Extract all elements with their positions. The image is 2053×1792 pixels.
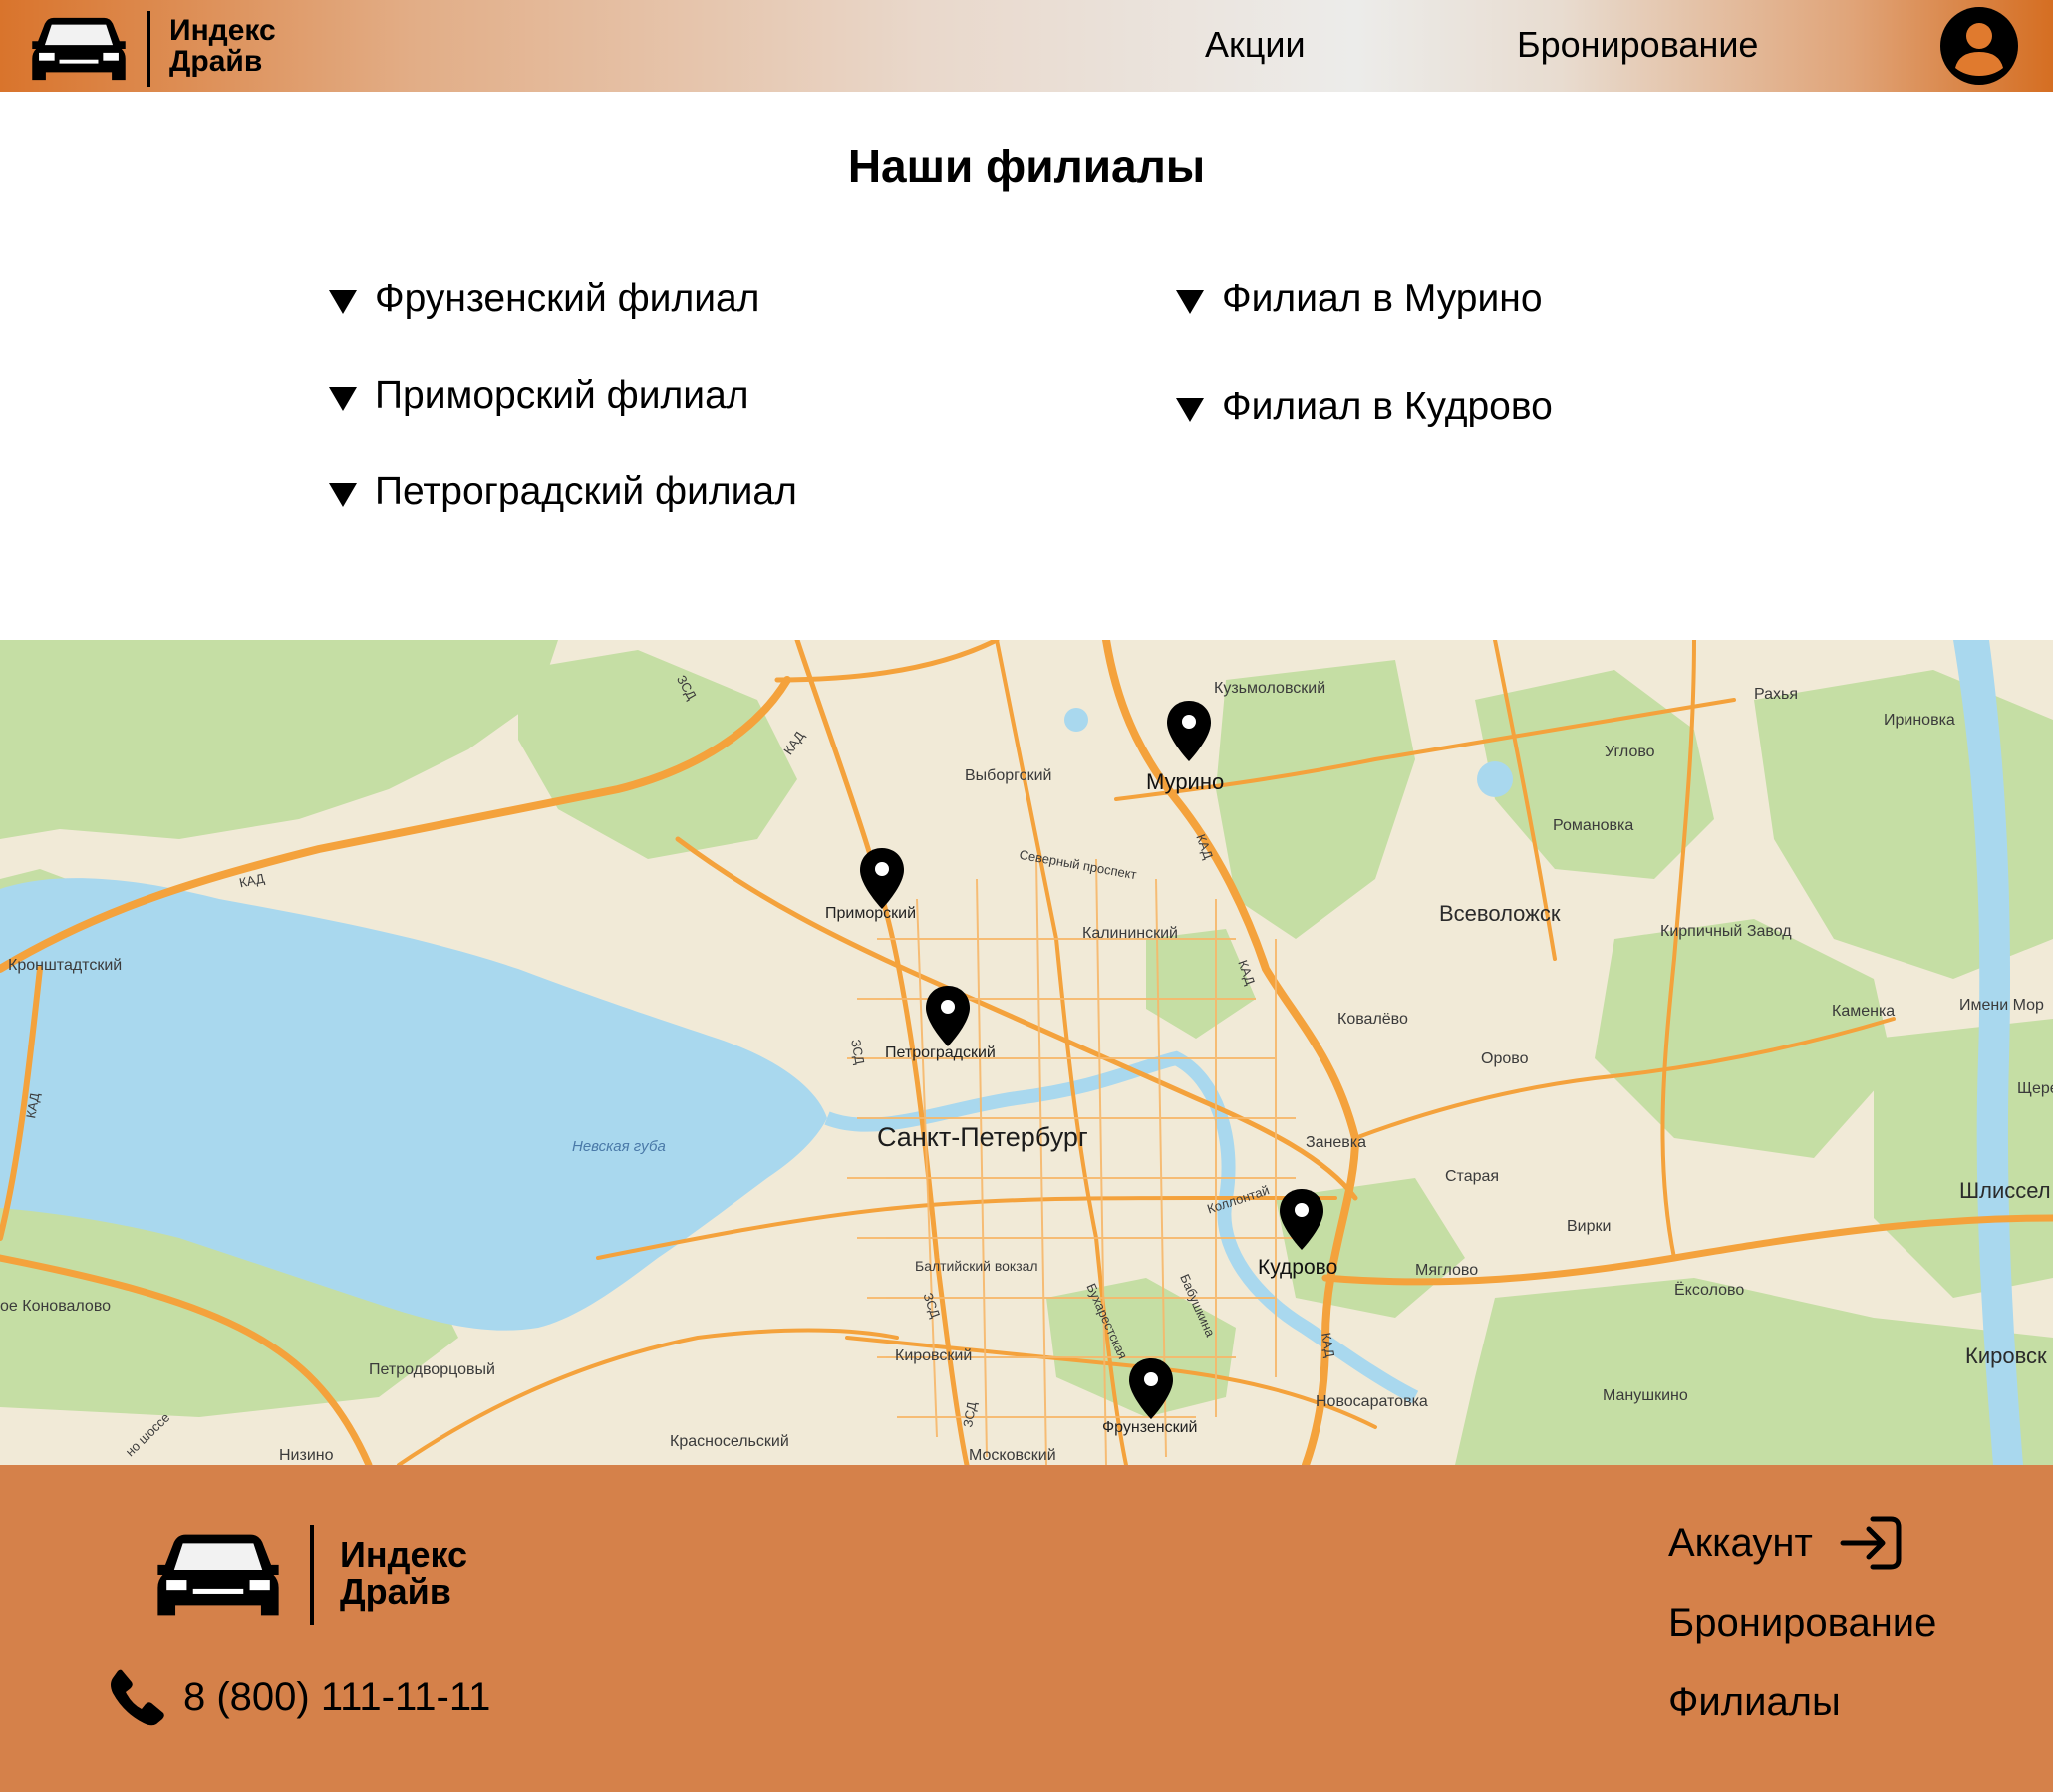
- map-label: Красносельский: [670, 1433, 789, 1450]
- map-label: Кирпичный Завод: [1660, 923, 1792, 940]
- branch-toggle-murino[interactable]: Филиал в Мурино: [1176, 277, 1543, 321]
- branch-toggle-frunzensky[interactable]: Фрунзенский филиал: [329, 277, 759, 321]
- map-pin-icon[interactable]: [924, 985, 972, 1048]
- footer-account-link[interactable]: Аккаунт: [1668, 1515, 1903, 1571]
- map-label: Ириновка: [1884, 712, 1955, 729]
- map-label: Романовка: [1553, 817, 1634, 834]
- map-label: Выборгский: [965, 767, 1052, 784]
- logo-divider: [310, 1525, 314, 1625]
- page-title: Наши филиалы: [847, 141, 1206, 192]
- footer-booking-link[interactable]: Бронирование: [1668, 1601, 1936, 1645]
- branch-toggle-primorsky[interactable]: Приморский филиал: [329, 374, 749, 418]
- map-label: Мяглово: [1415, 1262, 1479, 1279]
- map-label: Орово: [1481, 1050, 1529, 1067]
- map-pin-icon[interactable]: [858, 847, 906, 911]
- branch-toggle-petrogradsky[interactable]: Петроградский филиал: [329, 470, 797, 514]
- map-label: Кировский: [895, 1347, 973, 1364]
- triangle-down-icon: [329, 482, 357, 508]
- phone-contact[interactable]: 8 (800) 111-11-11: [108, 1668, 490, 1726]
- brand-line2: Драйв: [169, 45, 263, 78]
- pin-label: Приморский: [825, 905, 917, 922]
- pin-label: Кудрово: [1258, 1256, 1338, 1279]
- map-label: Рахья: [1754, 686, 1799, 703]
- branch-label: Филиал в Мурино: [1222, 277, 1543, 320]
- map-pin-icon[interactable]: [1165, 700, 1213, 763]
- car-icon: [30, 12, 128, 86]
- map-label: Всеволожск: [1439, 901, 1561, 926]
- map-label: ое Коновалово: [0, 1298, 112, 1315]
- branch-label: Фрунзенский филиал: [375, 277, 760, 320]
- map-label: Заневка: [1306, 1134, 1367, 1151]
- map-label: Петродворцовый: [369, 1361, 495, 1378]
- brand-name: Индекс Драйв: [169, 14, 276, 78]
- phone-number: 8 (800) 111-11-11: [183, 1674, 491, 1719]
- branch-label: Филиал в Кудрово: [1222, 385, 1553, 428]
- map-pin-icon[interactable]: [1127, 1357, 1175, 1421]
- brand-line2: Драйв: [340, 1571, 451, 1612]
- map-label: Московский: [969, 1447, 1056, 1464]
- water-label: Невская губа: [572, 1138, 666, 1155]
- map-label: Кузьмоловский: [1214, 680, 1326, 697]
- brand-name: Индекс Драйв: [340, 1536, 467, 1610]
- map-label: Калининский: [1082, 925, 1178, 942]
- nav-booking-link[interactable]: Бронирование: [1517, 24, 1758, 66]
- map-label: Низино: [279, 1447, 334, 1464]
- brand-line1: Индекс: [340, 1533, 468, 1575]
- map-label: Щере: [2017, 1080, 2053, 1097]
- map-canvas: [0, 640, 2053, 1465]
- pin-label: Мурино: [1146, 769, 1225, 794]
- city-label: Санкт-Петербург: [877, 1122, 1088, 1152]
- map-label: Шлиссел: [1959, 1178, 2051, 1203]
- car-icon: [154, 1527, 282, 1623]
- map-label: Углово: [1605, 744, 1655, 760]
- user-account-icon[interactable]: [1939, 6, 2019, 86]
- map-label: Новосаратовка: [1316, 1393, 1428, 1410]
- map-label: Имени Мор: [1959, 997, 2044, 1014]
- map-label: Балтийский вокзал: [915, 1258, 1038, 1274]
- branches-map[interactable]: Кузьмоловский Рахья Ириновка Углово Выбо…: [0, 640, 2053, 1465]
- site-header: Индекс Драйв Акции Бронирование: [0, 0, 2053, 92]
- footer-logo[interactable]: Индекс Драйв: [154, 1525, 467, 1625]
- map-pin-icon[interactable]: [1278, 1188, 1325, 1252]
- map-label: Ковалёво: [1337, 1011, 1408, 1028]
- map-label: Ёксолово: [1674, 1282, 1745, 1299]
- nav-promotions-link[interactable]: Акции: [1205, 24, 1306, 66]
- brand-line1: Индекс: [169, 14, 276, 48]
- logo-divider: [147, 11, 150, 87]
- branch-label: Приморский филиал: [375, 374, 749, 417]
- branch-label: Петроградский филиал: [375, 470, 797, 513]
- map-label: Вирки: [1567, 1218, 1612, 1235]
- triangle-down-icon: [329, 289, 357, 315]
- map-label: Манушкино: [1603, 1387, 1688, 1404]
- account-label: Аккаунт: [1668, 1520, 1813, 1565]
- site-footer: Индекс Драйв 8 (800) 111-11-11 Аккаунт Б…: [0, 1465, 2053, 1792]
- pin-label: Фрунзенский: [1102, 1419, 1198, 1436]
- phone-icon: [111, 1669, 164, 1726]
- branch-toggle-kudrovo[interactable]: Филиал в Кудрово: [1176, 385, 1553, 429]
- map-label: Старая: [1445, 1168, 1500, 1185]
- map-label: Каменка: [1832, 1003, 1896, 1020]
- footer-branches-link[interactable]: Филиалы: [1668, 1680, 1841, 1725]
- triangle-down-icon: [1176, 397, 1204, 423]
- header-logo[interactable]: Индекс Драйв: [30, 11, 276, 87]
- login-arrow-icon: [1840, 1516, 1902, 1570]
- map-label: Кронштадтский: [8, 957, 123, 974]
- pin-label: Петроградский: [885, 1045, 996, 1061]
- map-label: Кировск: [1965, 1344, 2047, 1368]
- triangle-down-icon: [1176, 289, 1204, 315]
- triangle-down-icon: [329, 386, 357, 412]
